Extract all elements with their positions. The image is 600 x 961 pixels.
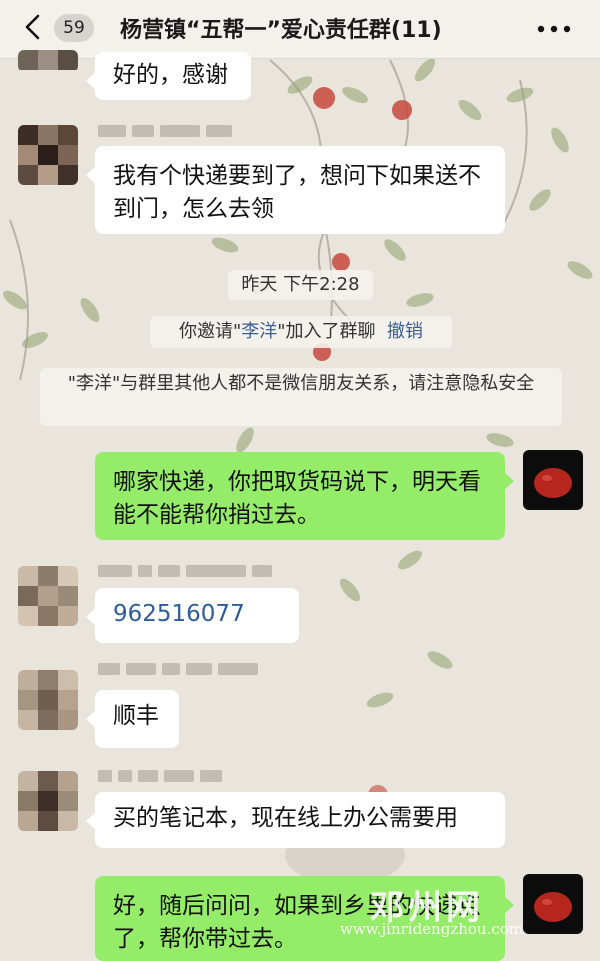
message-text: 我有个快递要到了，想问下如果送不到门，怎么去领: [113, 163, 481, 222]
message-bubble[interactable]: 好的，感谢: [86, 52, 251, 100]
member-nickname-blurred: [98, 660, 264, 676]
unread-count-badge[interactable]: 59: [54, 14, 94, 42]
member-avatar[interactable]: [18, 566, 78, 626]
back-arrow-icon[interactable]: [22, 13, 44, 41]
message-text: 顺丰: [113, 703, 159, 729]
member-nickname-blurred: [98, 562, 278, 578]
message-bubble[interactable]: 我有个快递要到了，想问下如果送不到门，怎么去领: [86, 146, 505, 234]
watermark-site-url: www.jinridengzhou.com: [340, 920, 524, 938]
member-avatar[interactable]: [18, 771, 78, 831]
self-message-bubble[interactable]: 哪家快递，你把取货码说下，明天看能不能帮你捎过去。: [95, 452, 514, 540]
more-options-icon[interactable]: [536, 22, 572, 36]
invite-prefix: 你邀请": [178, 321, 242, 342]
privacy-notice: "李洋"与群里其他人都不是微信朋友关系，请注意隐私安全: [40, 368, 562, 426]
apple-icon: [534, 892, 572, 922]
message-bubble[interactable]: 买的笔记本，现在线上办公需要用: [86, 792, 505, 848]
message-bubble[interactable]: 962516077: [86, 588, 299, 643]
group-title: 杨营镇“五帮一”爱心责任群(11): [120, 18, 442, 43]
apple-icon: [534, 468, 572, 498]
message-text: 买的笔记本，现在线上办公需要用: [113, 805, 458, 831]
message-text: 好的，感谢: [113, 62, 228, 88]
chat-header: 59 杨营镇“五帮一”爱心责任群(11): [0, 0, 600, 59]
member-nickname-blurred: [98, 122, 238, 138]
message-text: 962516077: [113, 601, 245, 627]
invited-member-link[interactable]: 李洋: [241, 321, 277, 342]
undo-invite-link[interactable]: 撤销: [387, 321, 423, 342]
invite-suffix: "加入了群聊: [277, 321, 376, 342]
member-avatar[interactable]: [18, 670, 78, 730]
message-text: 哪家快递，你把取货码说下，明天看能不能帮你捎过去。: [113, 469, 481, 528]
member-nickname-blurred: [98, 767, 228, 783]
timestamp: 昨天 下午2:28: [228, 270, 373, 300]
message-bubble[interactable]: 顺丰: [86, 690, 179, 748]
member-avatar[interactable]: [18, 50, 78, 72]
self-avatar[interactable]: [523, 874, 583, 934]
self-avatar[interactable]: [523, 450, 583, 510]
member-avatar[interactable]: [18, 125, 78, 185]
invite-notice: 你邀请"李洋"加入了群聊 撤销: [150, 316, 452, 348]
